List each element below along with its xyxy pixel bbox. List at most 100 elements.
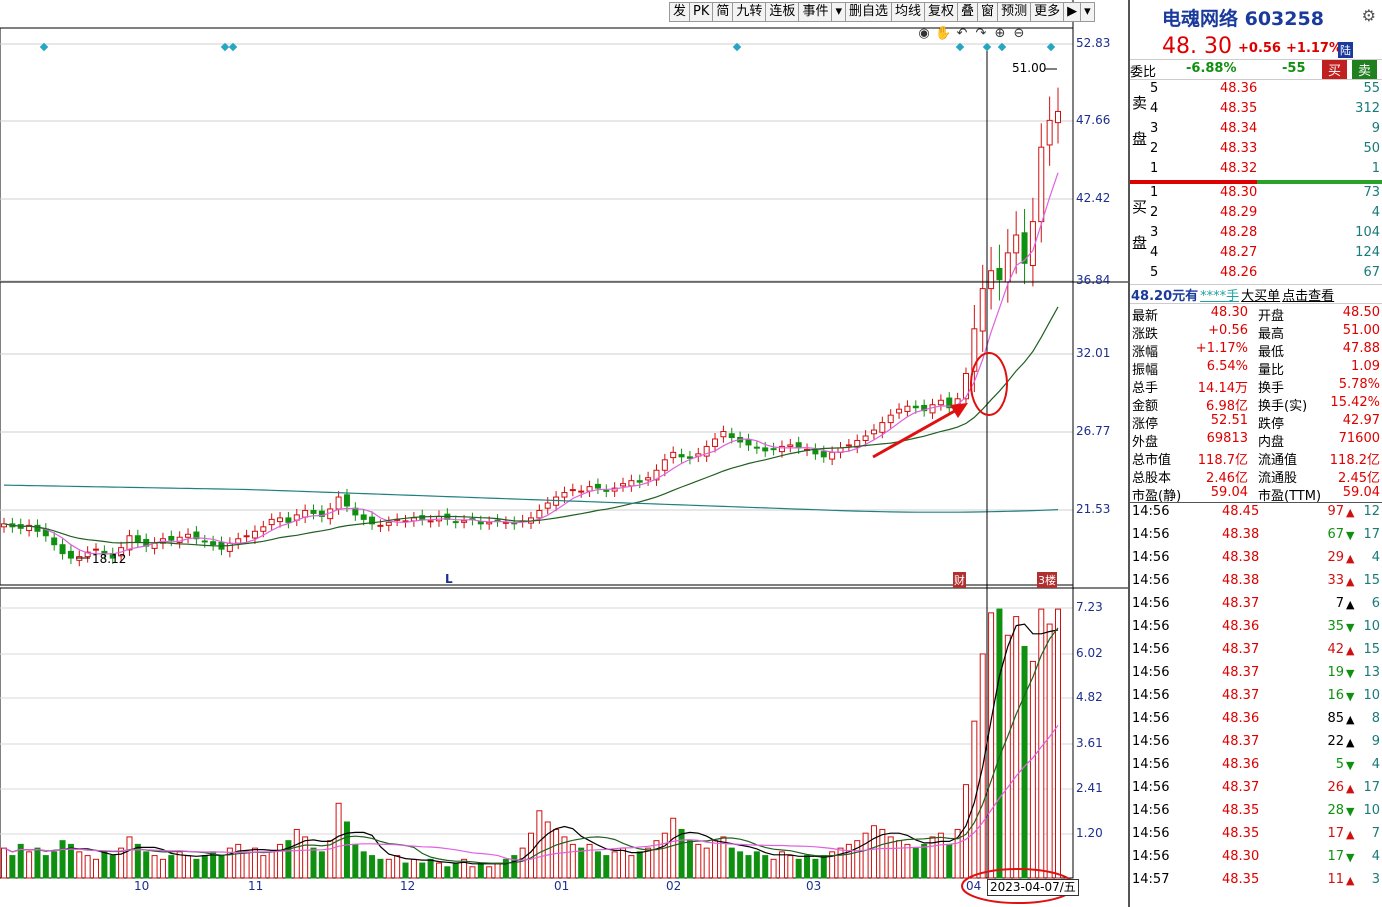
- toolbar-item-7[interactable]: 删自选: [846, 3, 892, 21]
- volume-bar: [862, 832, 869, 879]
- toolbar-item-2[interactable]: 简: [713, 3, 734, 21]
- order-level[interactable]: 4 48.35 312: [1130, 100, 1382, 120]
- level-price: 48.33: [1220, 141, 1258, 156]
- stats-row: 涨停 52.51 跌停 42.97: [1130, 412, 1382, 432]
- kline-chart-svg[interactable]: [0, 0, 1128, 907]
- volume-tick-label: 7.23: [1076, 600, 1103, 614]
- tick-count: 4: [1371, 550, 1380, 565]
- eye-icon[interactable]: ◉: [916, 26, 932, 41]
- toolbar-item-15[interactable]: ▾: [1081, 3, 1094, 21]
- toolbar-item-6[interactable]: ▾: [832, 3, 846, 21]
- big-order-item-0[interactable]: 48.20元有: [1130, 285, 1199, 304]
- tick-row[interactable]: 14:56 48.35 17 ▲ 7: [1130, 825, 1382, 848]
- level-quantity: 9: [1371, 121, 1380, 136]
- order-level[interactable]: 5 48.26 67: [1130, 264, 1382, 284]
- tick-time: 14:56: [1132, 619, 1170, 634]
- toolbar-item-0[interactable]: 发: [670, 3, 691, 21]
- volume-bar: [402, 862, 409, 879]
- tick-row[interactable]: 14:56 48.36 5 ▼ 4: [1130, 756, 1382, 779]
- tick-row[interactable]: 14:56 48.37 19 ▼ 13: [1130, 664, 1382, 687]
- arrow-up-icon: ▲: [1346, 713, 1355, 726]
- tick-volume: 28: [1327, 803, 1344, 818]
- tick-count: 13: [1363, 665, 1380, 680]
- volume-bar: [678, 828, 685, 879]
- order-level[interactable]: 1 48.32 1: [1130, 160, 1382, 180]
- volume-bar: [904, 843, 911, 879]
- gear-icon[interactable]: ⚙: [1362, 6, 1376, 25]
- floor-badge[interactable]: 3楼: [1037, 572, 1057, 588]
- tick-row[interactable]: 14:56 48.37 22 ▲ 9: [1130, 733, 1382, 756]
- order-level[interactable]: 3 48.28 104: [1130, 224, 1382, 244]
- volume-bar: [377, 858, 384, 879]
- level-number: 4: [1150, 101, 1159, 116]
- tick-volume: 85: [1327, 711, 1344, 726]
- big-order-item-1[interactable]: ****手: [1199, 285, 1240, 304]
- big-order-item-2[interactable]: 大买单: [1240, 285, 1281, 304]
- tick-row[interactable]: 14:56 48.37 42 ▲ 15: [1130, 641, 1382, 664]
- book-side-label: 卖: [1132, 94, 1148, 112]
- tick-count: 17: [1363, 527, 1380, 542]
- kline-chart-area[interactable]: 发 PK 简九转 连板 事件 ▾ 删自选 均线 复权叠窗预测 更多 ▶ ▾ ◉ ✋ ↶ ↷ ⊕ ⊖ 52.83 4…: [0, 0, 1128, 907]
- tick-row[interactable]: 14:56 48.38 33 ▲ 15: [1130, 572, 1382, 595]
- volume-bar: [385, 858, 392, 879]
- tick-row[interactable]: 14:57 48.35 11 ▲ 3: [1130, 871, 1382, 894]
- price-tick-label: 36.84: [1076, 273, 1111, 287]
- tick-time: 14:56: [1132, 665, 1170, 680]
- volume-bar: [494, 862, 501, 879]
- redo-icon[interactable]: ↷: [973, 26, 989, 41]
- toolbar-item-5[interactable]: 事件: [799, 3, 833, 21]
- order-level[interactable]: 5 48.36 55: [1130, 80, 1382, 100]
- lu-badge[interactable]: 陆: [1338, 42, 1353, 58]
- book-side-label: 盘: [1132, 234, 1148, 252]
- big-order-bar[interactable]: 48.20元有 ****手 大买单 点击查看: [1130, 284, 1382, 304]
- tick-row[interactable]: 14:56 48.37 7 ▲ 6: [1130, 595, 1382, 618]
- candle-body: [862, 435, 869, 441]
- tick-row[interactable]: 14:56 48.35 28 ▼ 10: [1130, 802, 1382, 825]
- volume-bar: [327, 840, 334, 879]
- tick-row[interactable]: 14:56 48.37 26 ▲ 17: [1130, 779, 1382, 802]
- sell-button[interactable]: 卖: [1352, 60, 1378, 79]
- tick-time: 14:56: [1132, 826, 1170, 841]
- tick-row[interactable]: 14:56 48.30 17 ▼ 4: [1130, 848, 1382, 871]
- order-level[interactable]: 4 48.27 124: [1130, 244, 1382, 264]
- zoom-out-icon[interactable]: ⊖: [1011, 26, 1027, 41]
- tick-row[interactable]: 14:56 48.38 67 ▼ 17: [1130, 526, 1382, 549]
- toolbar-item-9[interactable]: 复权: [925, 3, 959, 21]
- big-order-item-3[interactable]: 点击查看: [1281, 285, 1335, 304]
- toolbar-item-11[interactable]: 窗: [978, 3, 999, 21]
- volume-bar: [193, 858, 200, 879]
- toolbar-item-8[interactable]: 均线: [892, 3, 926, 21]
- toolbar-item-10[interactable]: 叠: [958, 3, 979, 21]
- undo-icon[interactable]: ↶: [954, 26, 970, 41]
- tick-price: 48.37: [1222, 780, 1260, 795]
- zoom-in-icon[interactable]: ⊕: [992, 26, 1008, 41]
- tick-row[interactable]: 14:56 48.36 85 ▲ 8: [1130, 710, 1382, 733]
- volume-bar: [937, 832, 944, 879]
- candle-body: [34, 524, 41, 532]
- volume-bar: [235, 843, 242, 879]
- volume-bar: [109, 855, 116, 879]
- hand-icon[interactable]: ✋: [935, 26, 951, 41]
- toolbar-item-3[interactable]: 九转: [733, 3, 767, 21]
- order-level[interactable]: 2 48.29 4: [1130, 204, 1382, 224]
- financial-report-marker[interactable]: 财: [953, 572, 966, 588]
- stats-row: 总股本 2.46亿 流通股 2.45亿: [1130, 466, 1382, 486]
- tick-row[interactable]: 14:56 48.36 35 ▼ 10: [1130, 618, 1382, 641]
- tick-row[interactable]: 14:56 48.45 97 ▲ 12: [1130, 503, 1382, 526]
- volume-bar: [636, 851, 643, 879]
- toolbar-item-1[interactable]: PK: [690, 3, 714, 21]
- order-level[interactable]: 2 48.33 50: [1130, 140, 1382, 160]
- order-level[interactable]: 1 48.30 73: [1130, 184, 1382, 204]
- tick-row[interactable]: 14:56 48.38 29 ▲ 4: [1130, 549, 1382, 572]
- tick-price: 48.37: [1222, 734, 1260, 749]
- tick-list[interactable]: 14:56 48.45 97 ▲ 12 14:56 48.38 67 ▼ 17 14:56 48.38…: [1130, 503, 1382, 894]
- toolbar-item-14[interactable]: ▶: [1064, 3, 1082, 21]
- tick-volume: 35: [1327, 619, 1344, 634]
- buy-button[interactable]: 买: [1322, 60, 1348, 79]
- candle-body: [243, 535, 250, 538]
- tick-row[interactable]: 14:56 48.37 16 ▼ 10: [1130, 687, 1382, 710]
- toolbar-item-13[interactable]: 更多: [1031, 3, 1065, 21]
- order-level[interactable]: 3 48.34 9: [1130, 120, 1382, 140]
- toolbar-item-12[interactable]: 预测: [998, 3, 1032, 21]
- toolbar-item-4[interactable]: 连板: [766, 3, 800, 21]
